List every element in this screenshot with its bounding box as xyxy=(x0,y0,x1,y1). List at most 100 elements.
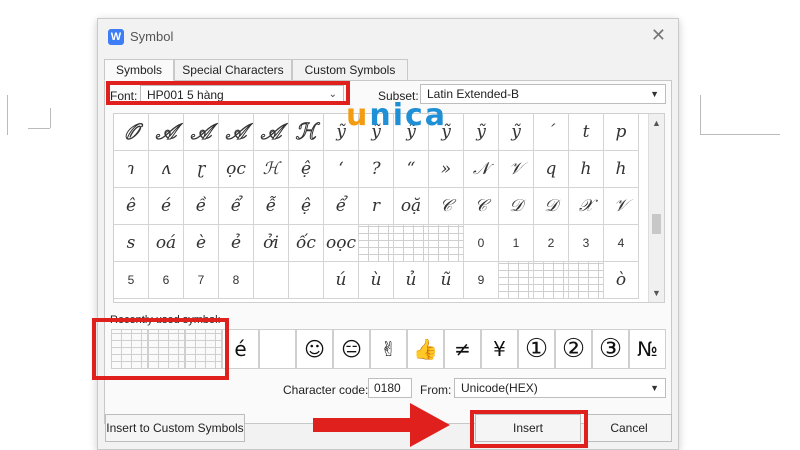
close-icon[interactable]: ✕ xyxy=(651,25,666,45)
symbol-cell[interactable]: 𝒟 xyxy=(534,188,569,225)
symbol-cell[interactable] xyxy=(429,225,464,262)
symbol-cell[interactable]: ? xyxy=(359,151,394,188)
symbol-cell[interactable]: 2 xyxy=(534,225,569,262)
scroll-up-icon[interactable]: ▲ xyxy=(652,118,661,128)
symbol-cell[interactable]: p xyxy=(604,114,639,151)
grid-scrollbar[interactable]: ▲ ▼ xyxy=(648,114,664,302)
symbol-cell[interactable]: ɽ xyxy=(184,151,219,188)
symbol-cell[interactable]: ệ xyxy=(289,188,324,225)
symbol-cell[interactable]: ỹ xyxy=(499,114,534,151)
symbol-cell[interactable]: ê xyxy=(114,188,149,225)
symbol-cell[interactable]: è xyxy=(184,225,219,262)
font-highlight-box xyxy=(106,81,350,105)
symbol-cell[interactable]: 𝒜 xyxy=(254,114,289,151)
symbol-cell[interactable]: 𝒩 xyxy=(464,151,499,188)
recent-symbol-cell[interactable]: ③ xyxy=(592,329,629,369)
symbol-cell[interactable] xyxy=(394,225,429,262)
from-label: From: xyxy=(420,383,452,397)
unica-watermark-logo: unica xyxy=(346,98,448,133)
symbol-cell[interactable]: ỹ xyxy=(464,114,499,151)
symbol-cell[interactable]: ℋ xyxy=(254,151,289,188)
tab-special-characters[interactable]: Special Characters xyxy=(174,59,292,81)
symbol-cell[interactable]: ởi xyxy=(254,225,289,262)
symbol-cell[interactable]: 𝒞 xyxy=(429,188,464,225)
symbol-cell[interactable]: 𝒟 xyxy=(499,188,534,225)
symbol-cell[interactable]: 𝒱 xyxy=(499,151,534,188)
symbol-cell[interactable]: 6 xyxy=(149,262,184,299)
symbol-cell[interactable]: 3 xyxy=(569,225,604,262)
symbol-cell[interactable]: 4 xyxy=(604,225,639,262)
symbol-cell[interactable]: ể xyxy=(219,188,254,225)
symbol-cell[interactable]: 8 xyxy=(219,262,254,299)
recent-symbol-cell[interactable]: ≠ xyxy=(444,329,481,369)
recent-symbol-cell[interactable]: ¥ xyxy=(481,329,518,369)
tab-custom-symbols[interactable]: Custom Symbols xyxy=(292,59,408,81)
symbol-cell[interactable]: 𝒳 xyxy=(569,188,604,225)
symbol-cell[interactable] xyxy=(534,262,569,299)
symbol-cell[interactable]: 𝒪 xyxy=(114,114,149,151)
symbol-cell[interactable]: ú xyxy=(324,262,359,299)
insert-to-custom-symbols-button[interactable]: Insert to Custom Symbols xyxy=(105,414,245,442)
symbol-cell[interactable]: oọc xyxy=(324,225,359,262)
symbol-cell[interactable]: ễ xyxy=(254,188,289,225)
cancel-button[interactable]: Cancel xyxy=(586,414,672,442)
symbol-cell[interactable]: 9 xyxy=(464,262,499,299)
symbol-cell[interactable]: 𝒜 xyxy=(219,114,254,151)
scroll-down-icon[interactable]: ▼ xyxy=(652,288,661,298)
symbol-cell[interactable]: ò xyxy=(604,262,639,299)
from-dropdown-value: Unicode(HEX) xyxy=(461,381,538,395)
symbol-cell[interactable]: oá xyxy=(149,225,184,262)
symbol-cell[interactable]: ề xyxy=(184,188,219,225)
symbol-cell[interactable]: ũ xyxy=(429,262,464,299)
symbol-cell[interactable]: ℋ xyxy=(289,114,324,151)
tab-symbols[interactable]: Symbols xyxy=(104,59,174,81)
symbol-cell[interactable]: ốc xyxy=(289,225,324,262)
recent-symbol-cell[interactable]: ✌ xyxy=(370,329,407,369)
symbol-cell[interactable]: t xyxy=(569,114,604,151)
symbol-cell[interactable]: 𝒜 xyxy=(149,114,184,151)
symbol-cell[interactable]: ʌ xyxy=(149,151,184,188)
symbol-cell[interactable]: ẻ xyxy=(219,225,254,262)
recent-symbol-cell[interactable]: 👍 xyxy=(407,329,444,369)
recent-symbol-cell[interactable]: ☺ xyxy=(296,329,333,369)
symbol-cell[interactable]: “ xyxy=(394,151,429,188)
symbol-cell[interactable]: ‘ xyxy=(324,151,359,188)
symbol-cell[interactable]: ể xyxy=(324,188,359,225)
symbol-cell[interactable]: ủ xyxy=(394,262,429,299)
symbol-cell[interactable] xyxy=(289,262,324,299)
character-code-input[interactable]: 0180 xyxy=(368,378,412,398)
subset-dropdown[interactable]: Latin Extended-B ▼ xyxy=(420,84,666,104)
symbol-cell[interactable]: 1 xyxy=(499,225,534,262)
symbol-cell[interactable]: é xyxy=(149,188,184,225)
symbol-cell[interactable]: ọc xyxy=(219,151,254,188)
symbol-cell[interactable] xyxy=(499,262,534,299)
recent-symbol-cell[interactable]: ① xyxy=(518,329,555,369)
symbol-cell[interactable] xyxy=(359,225,394,262)
symbol-cell[interactable]: 𝒞 xyxy=(464,188,499,225)
recent-symbol-cell[interactable]: 😑 xyxy=(333,329,370,369)
symbol-cell[interactable]: q xyxy=(534,151,569,188)
triangle-down-icon: ▼ xyxy=(650,383,659,393)
symbol-cell[interactable]: h xyxy=(569,151,604,188)
symbol-cell[interactable]: 7 xyxy=(184,262,219,299)
symbol-cell[interactable]: s xyxy=(114,225,149,262)
symbol-cell[interactable]: 𝒱 xyxy=(604,188,639,225)
symbol-cell[interactable]: ù xyxy=(359,262,394,299)
symbol-cell[interactable]: » xyxy=(429,151,464,188)
symbol-cell[interactable]: 𝒜 xyxy=(184,114,219,151)
symbol-cell[interactable]: r xyxy=(359,188,394,225)
symbol-cell[interactable]: ´ xyxy=(534,114,569,151)
symbol-cell[interactable]: ɿ xyxy=(114,151,149,188)
recent-symbol-cell[interactable]: ② xyxy=(555,329,592,369)
symbol-cell[interactable]: ệ xyxy=(289,151,324,188)
symbol-cell[interactable] xyxy=(254,262,289,299)
recent-symbol-cell[interactable] xyxy=(259,329,296,369)
symbol-cell[interactable]: h xyxy=(604,151,639,188)
recent-symbol-cell[interactable]: № xyxy=(629,329,666,369)
symbol-cell[interactable] xyxy=(569,262,604,299)
symbol-cell[interactable]: 5 xyxy=(114,262,149,299)
symbol-cell[interactable]: 0 xyxy=(464,225,499,262)
from-dropdown[interactable]: Unicode(HEX) ▼ xyxy=(454,378,666,398)
symbol-cell[interactable]: oặ xyxy=(394,188,429,225)
scroll-thumb[interactable] xyxy=(652,214,661,234)
